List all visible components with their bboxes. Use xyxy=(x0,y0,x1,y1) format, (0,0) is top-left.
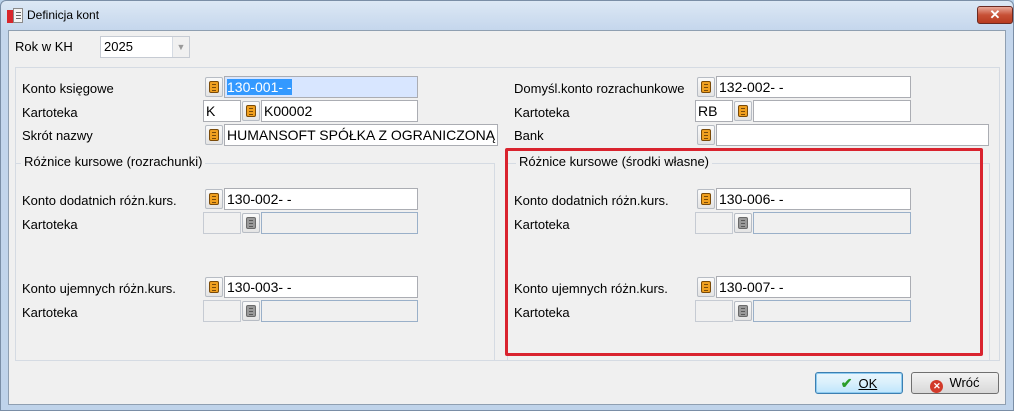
konto-ujemnych-label: Konto ujemnych różn.kurs. xyxy=(22,281,176,296)
chevron-down-icon[interactable]: ▼ xyxy=(172,37,189,57)
window-title: Definicja kont xyxy=(27,8,100,22)
bank-input[interactable] xyxy=(716,124,989,146)
book-icon xyxy=(209,193,219,205)
ok-label: OK xyxy=(858,376,878,391)
konto-ksiegowe-input[interactable]: 130-001- - xyxy=(224,76,418,98)
book-icon-button[interactable] xyxy=(734,101,752,121)
book-icon-button[interactable] xyxy=(205,77,223,97)
kartoteka-type-input xyxy=(203,300,241,322)
domyslne-konto-label: Domyśl.konto rozrachunkowe xyxy=(514,81,685,96)
book-icon-button xyxy=(242,301,260,321)
cancel-icon: ✕ xyxy=(930,380,944,393)
kartoteka-input xyxy=(261,212,418,234)
skrot-nazwy-label: Skrót nazwy xyxy=(22,128,93,143)
konto-ujemnych-input[interactable]: 130-003- - xyxy=(224,276,418,298)
checkmark-icon: ✔ xyxy=(840,375,853,391)
dialog-window: Definicja kont ✕ Rok w KH 2025 ▼ Konto k… xyxy=(0,0,1014,411)
skrot-nazwy-input[interactable]: HUMANSOFT SPÓŁKA Z OGRANICZONĄ xyxy=(224,124,498,146)
book-icon-button[interactable] xyxy=(242,101,260,121)
dialog-body: Rok w KH 2025 ▼ Konto księgowe 130-001- … xyxy=(8,30,1006,405)
book-icon-button xyxy=(242,213,260,233)
kartoteka-input xyxy=(261,300,418,322)
konto-ksiegowe-label: Konto księgowe xyxy=(22,81,114,96)
book-icon xyxy=(246,305,256,317)
kartoteka-type-input[interactable]: K xyxy=(203,100,241,122)
year-select[interactable]: 2025 ▼ xyxy=(100,36,190,58)
year-label: Rok w KH xyxy=(15,39,73,54)
kartoteka-type-input xyxy=(203,212,241,234)
book-icon xyxy=(209,129,219,141)
kartoteka-label: Kartoteka xyxy=(22,305,78,320)
book-icon xyxy=(701,129,711,141)
app-icon xyxy=(7,8,23,24)
year-value: 2025 xyxy=(104,39,133,54)
cancel-label: Wróć xyxy=(949,375,980,390)
book-icon-button[interactable] xyxy=(205,125,223,145)
konto-dodatnich-input[interactable]: 130-002- - xyxy=(224,188,418,210)
kartoteka-label: Kartoteka xyxy=(22,105,78,120)
book-icon xyxy=(246,217,256,229)
highlight-frame xyxy=(505,148,983,356)
book-icon-button[interactable] xyxy=(697,125,715,145)
cancel-button[interactable]: ✕ Wróć xyxy=(911,372,999,394)
kartoteka-right-type-input[interactable]: RB xyxy=(695,100,733,122)
kartoteka-right-label: Kartoteka xyxy=(514,105,570,120)
book-icon-button[interactable] xyxy=(205,189,223,209)
kartoteka-right-input[interactable] xyxy=(753,100,911,122)
book-icon xyxy=(738,105,748,117)
book-icon xyxy=(209,281,219,293)
konto-dodatnich-label: Konto dodatnich różn.kurs. xyxy=(22,193,177,208)
book-icon-button[interactable] xyxy=(697,77,715,97)
close-button[interactable]: ✕ xyxy=(977,6,1013,24)
book-icon xyxy=(209,81,219,93)
bank-label: Bank xyxy=(514,128,544,143)
ok-button[interactable]: ✔ OK xyxy=(815,372,903,394)
book-icon xyxy=(701,81,711,93)
group-rozrachunki-title: Różnice kursowe (rozrachunki) xyxy=(21,154,206,169)
domyslne-konto-input[interactable]: 132-002- - xyxy=(716,76,911,98)
book-icon-button[interactable] xyxy=(205,277,223,297)
kartoteka-label: Kartoteka xyxy=(22,217,78,232)
kartoteka-input[interactable]: K00002 xyxy=(261,100,418,122)
book-icon xyxy=(246,105,256,117)
title-bar[interactable]: Definicja kont ✕ xyxy=(1,1,1013,30)
